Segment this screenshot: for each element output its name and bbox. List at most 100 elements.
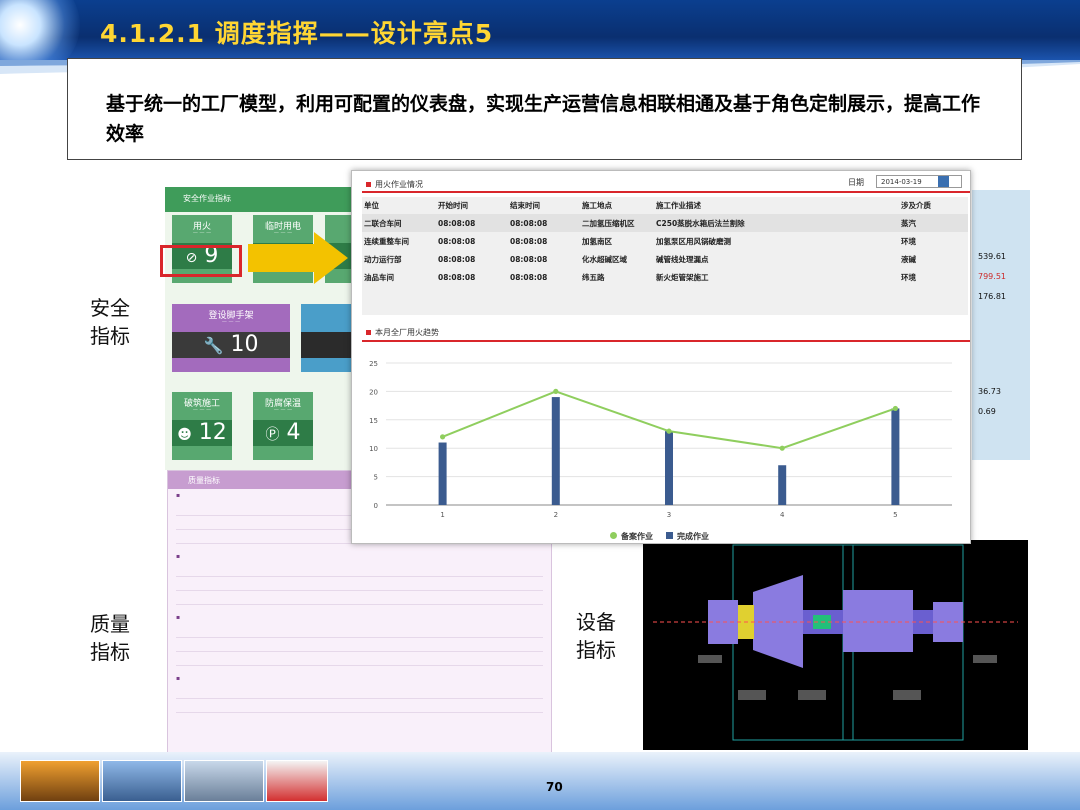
bar bbox=[778, 465, 787, 505]
bar bbox=[665, 431, 673, 505]
production-panel: 539.61 799.51 176.81 36.73 0.69 bbox=[972, 190, 1030, 460]
tile-value: 10 bbox=[230, 332, 259, 357]
table-cell: 化水超碱区域 bbox=[582, 254, 627, 264]
quality-row bbox=[176, 630, 543, 638]
table-cell: 加氢南区 bbox=[582, 236, 612, 246]
value-cell: 0.69 bbox=[978, 407, 996, 416]
tile-scaffold[interactable]: 登设脚手架 — — — 🔧 10 bbox=[172, 304, 290, 372]
x-tick-label: 5 bbox=[893, 511, 897, 519]
x-tick-label: 2 bbox=[554, 511, 558, 519]
table-cell: 液碱 bbox=[901, 254, 916, 264]
refinery-photo-1 bbox=[20, 760, 100, 802]
table-cell: 油品车间 bbox=[364, 272, 394, 282]
line-point bbox=[440, 434, 446, 440]
highlight-frame bbox=[160, 245, 242, 277]
date-input[interactable]: 2014-03-19 bbox=[876, 175, 962, 188]
line-point bbox=[779, 445, 785, 451]
safety-dashboard: 安全作业指标 用火 — — — ⊘ 9 临时用电 — — — 登设脚手架 — —… bbox=[165, 187, 355, 470]
table-cell: 蒸汽 bbox=[899, 214, 968, 232]
tile-sub: — — — bbox=[192, 407, 212, 413]
date-label: 日期 bbox=[848, 178, 864, 187]
table-cell: 新火炬管架施工 bbox=[656, 272, 709, 282]
y-tick-label: 10 bbox=[369, 445, 378, 453]
header-glow bbox=[0, 0, 80, 62]
bullet-square-icon bbox=[366, 182, 371, 187]
column-header: 单位 bbox=[364, 201, 379, 210]
table-cell: 二加氢压缩机区 bbox=[580, 214, 654, 232]
table-cell: 08:08:08 bbox=[510, 254, 548, 264]
description-box: 基于统一的工厂模型，利用可配置的仪表盘，实现生产运营信息相联相通及基于角色定制展… bbox=[67, 58, 1022, 160]
arrow-right-icon bbox=[248, 232, 348, 284]
quality-row bbox=[176, 658, 543, 666]
column-header: 施工作业描述 bbox=[656, 201, 701, 210]
tile-insulation[interactable]: 防腐保温 — — — Ⓟ 4 bbox=[253, 392, 313, 460]
description-text: 基于统一的工厂模型，利用可配置的仪表盘，实现生产运营信息相联相通及基于角色定制展… bbox=[106, 93, 981, 145]
table-cell: 纬五路 bbox=[582, 272, 605, 282]
table-cell: 动力运行部 bbox=[364, 254, 402, 264]
tile-value: 12 bbox=[198, 420, 227, 445]
value-cell: 799.51 bbox=[978, 272, 1006, 281]
quality-section: ▪ bbox=[176, 675, 181, 682]
y-tick-label: 5 bbox=[374, 474, 378, 482]
bar bbox=[551, 397, 560, 505]
slide-header: 4.1.2.1 调度指挥——设计亮点5 bbox=[0, 0, 1080, 62]
x-tick-label: 4 bbox=[780, 511, 785, 519]
table-cell: 碱管线处理漏点 bbox=[656, 254, 709, 264]
refinery-photo-3 bbox=[184, 760, 264, 802]
table-cell: C250蒸脱水箱后法兰割除 bbox=[654, 214, 899, 232]
table-cell: 08:08:08 bbox=[438, 236, 476, 246]
page-number: 70 bbox=[546, 780, 563, 794]
bar bbox=[891, 408, 900, 505]
table-row[interactable]: 连续重整车间 08:08:08 08:08:08 加氢南区 加氢泵区用风锅破磨测… bbox=[362, 232, 968, 250]
x-tick-label: 3 bbox=[667, 511, 671, 519]
table-cell: 08:08:08 bbox=[438, 272, 476, 282]
tile-blue[interactable] bbox=[301, 304, 355, 372]
equipment-label: 设备 指标 bbox=[576, 610, 616, 662]
value-cell: 36.73 bbox=[978, 387, 1001, 396]
table-row[interactable]: 动力运行部 08:08:08 08:08:08 化水超碱区域 碱管线处理漏点 液… bbox=[362, 250, 968, 268]
turbine-diagram bbox=[653, 544, 1018, 741]
tile-construction[interactable]: 破筑施工 — — — ☻ 12 bbox=[172, 392, 232, 460]
table-row[interactable]: 二联合车间 08:08:08 08:08:08 二加氢压缩机区 C250蒸脱水箱… bbox=[362, 214, 968, 232]
quality-row bbox=[176, 583, 543, 591]
table-cell: 08:08:08 bbox=[436, 214, 508, 232]
trend-panel-title-text: 本月全厂用火趋势 bbox=[375, 328, 439, 337]
table-cell: 连续重整车间 bbox=[364, 236, 409, 246]
table-cell: 08:08:08 bbox=[510, 236, 548, 246]
tile-sub: — — — bbox=[273, 407, 293, 413]
y-tick-label: 0 bbox=[374, 502, 378, 510]
equipment-dashboard bbox=[643, 540, 1028, 750]
tile-value: 4 bbox=[286, 420, 301, 445]
quality-row bbox=[176, 569, 543, 577]
bullet-square-icon bbox=[366, 330, 371, 335]
trend-panel-divider bbox=[362, 340, 970, 342]
fire-panel-title-text: 用火作业情况 bbox=[375, 180, 423, 189]
tile-value-box: 🔧 10 bbox=[172, 332, 290, 358]
bar bbox=[438, 442, 447, 505]
calendar-icon[interactable] bbox=[938, 176, 949, 187]
line-point bbox=[553, 388, 559, 394]
value-cell: 176.81 bbox=[978, 292, 1006, 301]
column-header: 施工地点 bbox=[582, 201, 612, 210]
line-point bbox=[666, 428, 672, 434]
table-cell: 08:08:08 bbox=[508, 214, 580, 232]
table-cell: 08:08:08 bbox=[510, 272, 548, 282]
column-header: 开始时间 bbox=[438, 201, 468, 210]
fire-panel-divider bbox=[362, 191, 970, 193]
line-point bbox=[892, 405, 899, 412]
p-icon: Ⓟ bbox=[265, 427, 280, 443]
trend-panel-title: 本月全厂用火趋势 bbox=[366, 327, 439, 338]
refinery-photo-2 bbox=[102, 760, 182, 802]
tile-value-box: ☻ 12 bbox=[172, 420, 232, 446]
table-cell: 二联合车间 bbox=[362, 214, 436, 232]
trend-chart: 0 5 10 15 20 25 1 2 3 4 5 备案作业 完成作业 bbox=[369, 360, 952, 541]
table-cell: 环境 bbox=[901, 272, 916, 282]
table-row[interactable]: 油品车间 08:08:08 08:08:08 纬五路 新火炬管架施工 环境 bbox=[362, 268, 968, 286]
refinery-photo-4 bbox=[266, 760, 328, 802]
table-header-row: 单位 开始时间 结束时间 施工地点 施工作业描述 涉及介质 bbox=[362, 197, 968, 214]
tile-value-box: Ⓟ 4 bbox=[253, 420, 313, 446]
table-cell: 加氢泵区用风锅破磨测 bbox=[656, 236, 731, 246]
quality-row bbox=[176, 691, 543, 699]
legend-swatch bbox=[666, 532, 673, 539]
table-cell: 环境 bbox=[901, 236, 916, 246]
